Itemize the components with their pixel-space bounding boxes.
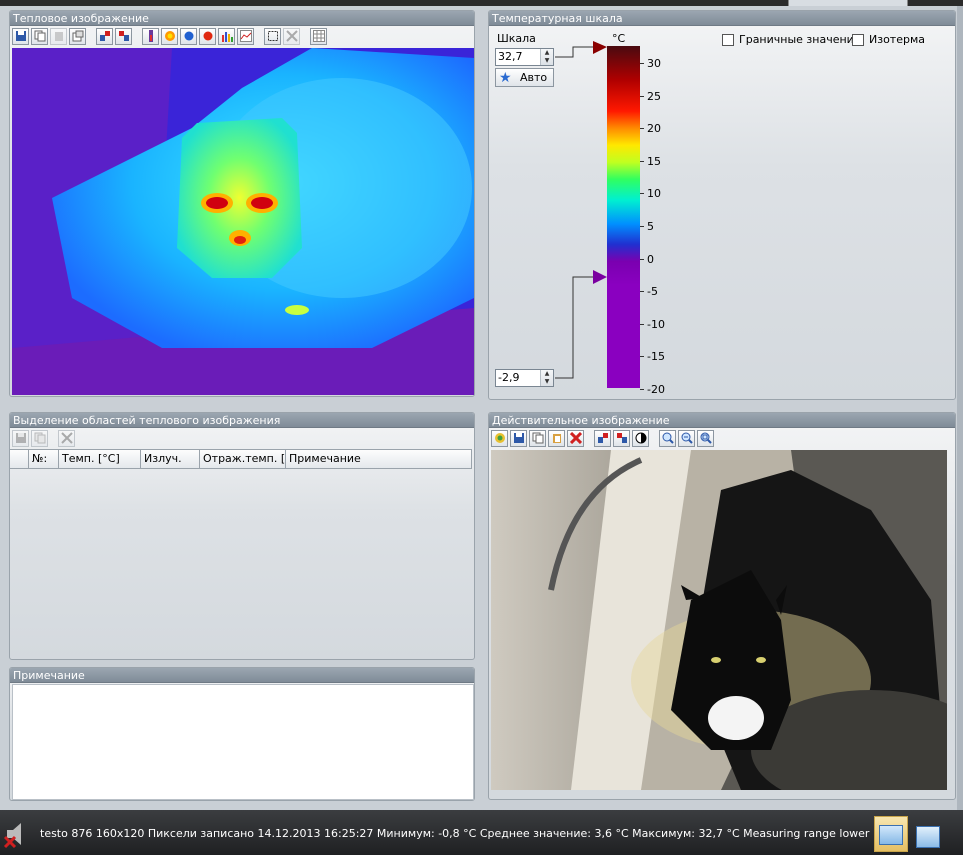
column-header[interactable]: Излуч. [141,450,200,468]
rotate-right-icon[interactable] [613,429,630,447]
note-panel: Примечание [9,667,475,801]
open-image-icon[interactable] [491,429,508,447]
regions-toolbar [10,428,474,448]
scale-tick-label: 20 [640,122,661,136]
scale-tick-label: 30 [640,57,661,70]
status-text: testo 876 160x120 Пиксели записано 14.12… [40,827,870,840]
boundary-values-checkbox[interactable]: Граничные значения [722,33,860,46]
rotate-left-icon[interactable] [96,27,113,45]
cold-spot-icon[interactable] [199,27,216,45]
status-bar: testo 876 160x120 Пиксели записано 14.12… [0,810,963,855]
scale-tick-label: 15 [640,154,661,168]
visual-toolbar [489,428,955,448]
column-header[interactable]: №: [29,450,59,468]
rotate-left-icon[interactable] [594,429,611,447]
regions-panel-title: Выделение областей теплового изображения [10,413,474,428]
single-window-icon[interactable] [874,816,908,852]
histogram-icon[interactable] [218,27,235,45]
thermal-image-panel: Тепловое изображение [9,10,475,397]
window-edge [957,6,963,810]
paste-icon[interactable] [548,429,565,447]
isotherm-checkbox-label: Изотерма [869,33,926,46]
window-tab[interactable] [788,0,908,6]
title-strip [0,0,963,6]
scale-tick-label: 25 [640,89,661,103]
boundary-checkbox-label: Граничные значения [739,33,861,46]
column-header[interactable]: Примечание [286,450,472,468]
note-textarea[interactable] [12,684,474,800]
copy-icon[interactable] [31,429,48,447]
copy-icon[interactable] [529,429,546,447]
column-header[interactable]: Темп. [°C] [59,450,141,468]
profile-icon[interactable] [237,27,254,45]
cascade-windows-icon[interactable] [910,816,944,852]
scale-tick-label: -15 [640,350,665,364]
delete-icon[interactable] [567,429,584,447]
visual-photo[interactable] [491,450,947,790]
isotherm-checkbox-box[interactable] [852,33,864,46]
thermal-image[interactable] [12,48,474,395]
color-scale-bar [607,46,640,388]
thermometer-icon[interactable] [142,27,159,45]
copy-icon[interactable] [31,27,48,45]
regions-table-header: №: Темп. [°C] Излуч. Отраж.темп. [° Прим… [10,449,472,469]
save-icon[interactable] [12,27,29,45]
select-area-icon[interactable] [264,27,281,45]
visual-image-panel: Действительное изображение [488,412,956,800]
delete-area-icon[interactable] [283,27,300,45]
paste-icon[interactable] [50,27,67,45]
scale-tick-label: 5 [640,220,654,233]
hot-spot-icon[interactable] [161,27,178,45]
visual-panel-title: Действительное изображение [489,413,955,428]
note-panel-title: Примечание [10,668,474,683]
min-marker [593,270,607,284]
row-selector-header [10,450,29,468]
save-icon[interactable] [510,429,527,447]
save-icon[interactable] [12,429,29,447]
regions-panel: Выделение областей теплового изображения… [9,412,475,660]
thermal-panel-title: Тепловое изображение [10,11,474,26]
speaker-muted-icon[interactable] [3,819,33,849]
scale-tick-label: 0 [640,252,654,266]
scale-tick-label: -10 [640,317,665,331]
boundary-checkbox-box[interactable] [722,33,734,46]
scale-tick-label: 10 [640,187,661,201]
delete-area-icon[interactable] [58,429,75,447]
scale-markers [555,41,607,379]
zoom-out-icon[interactable] [678,429,695,447]
contrast-icon[interactable] [632,429,649,447]
rotate-right-icon[interactable] [115,27,132,45]
column-header[interactable]: Отраж.темп. [° [200,450,286,468]
thermal-toolbar [10,26,474,46]
temperature-scale-panel: Температурная шкала Шкала °C 32,7 ▲ ▼ ★ А… [488,10,956,400]
zoom-fit-icon[interactable] [697,429,714,447]
scale-tick-label: -20 [640,383,665,396]
isotherm-checkbox[interactable]: Изотерма [852,33,925,46]
grid-icon[interactable] [310,27,327,45]
max-marker [593,41,607,54]
zoom-in-icon[interactable] [659,429,676,447]
point-icon[interactable] [180,27,197,45]
export-icon[interactable] [69,27,86,45]
scale-tick-label: -5 [640,285,658,299]
